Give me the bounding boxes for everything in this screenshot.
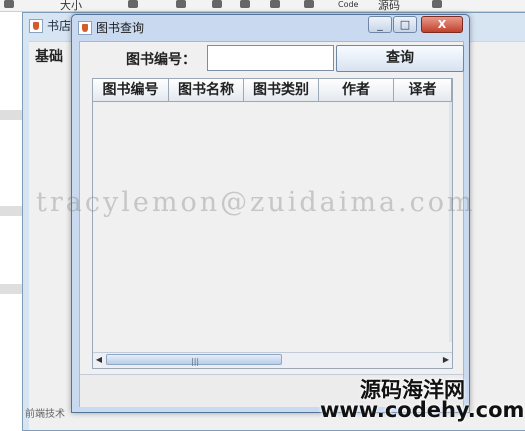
vertical-scrollbar[interactable] [449, 102, 452, 342]
window-title: 图书查询 [78, 19, 144, 36]
book-id-input[interactable] [207, 45, 334, 71]
menu-icon[interactable] [4, 0, 14, 8]
image-icon[interactable] [212, 0, 222, 8]
host-toolbar: 大小 Code 源码 [0, 0, 525, 12]
menu-basic[interactable]: 基础 [35, 46, 63, 66]
window-client-area: 图书编号： 查询 图书编号 图书名称 图书类别 作者 译者 ◀ ||| ▶ [79, 41, 464, 407]
close-button[interactable]: X [421, 16, 463, 33]
horizontal-scrollbar[interactable]: ◀ ||| ▶ [93, 352, 452, 367]
scrollbar-thumb[interactable]: ||| [106, 354, 282, 366]
book-id-label: 图书编号： [126, 52, 196, 68]
column-header-translator[interactable]: 译者 [394, 79, 452, 102]
toolbar-code[interactable]: Code [338, 0, 358, 9]
grip-icon: ||| [191, 357, 200, 366]
email-watermark: tracylemon@zuidaima.com [36, 187, 476, 218]
column-header-book-id[interactable]: 图书编号 [93, 79, 169, 102]
bookstore-window-title: 书店 [29, 17, 71, 34]
column-header-book-name[interactable]: 图书名称 [169, 79, 244, 102]
query-button[interactable]: 查询 [336, 45, 464, 72]
table-icon[interactable] [304, 0, 314, 8]
minimize-button[interactable]: _ [368, 16, 392, 33]
column-header-book-category[interactable]: 图书类别 [244, 79, 319, 102]
link-icon[interactable] [240, 0, 250, 8]
emoji-icon[interactable] [270, 0, 280, 8]
maximize-button[interactable]: □ [393, 16, 417, 33]
scroll-right-arrow-icon[interactable]: ▶ [440, 354, 452, 366]
java-icon [29, 19, 43, 33]
page-stripe [0, 110, 22, 120]
page-stripe [0, 206, 22, 216]
java-icon [78, 21, 92, 35]
scroll-left-arrow-icon[interactable]: ◀ [93, 354, 105, 366]
page-stripe [0, 284, 22, 294]
column-header-author[interactable]: 作者 [319, 79, 394, 102]
text-color-icon[interactable] [128, 0, 138, 8]
bottom-hint: 前端技术 [25, 409, 65, 420]
fullscreen-icon[interactable] [432, 0, 442, 8]
font-icon[interactable] [176, 0, 186, 8]
table-header: 图书编号 图书名称 图书类别 作者 译者 [93, 79, 452, 103]
site-url-watermark: www.codehy.com [320, 398, 525, 422]
results-table[interactable]: 图书编号 图书名称 图书类别 作者 译者 ◀ ||| ▶ [92, 78, 453, 369]
